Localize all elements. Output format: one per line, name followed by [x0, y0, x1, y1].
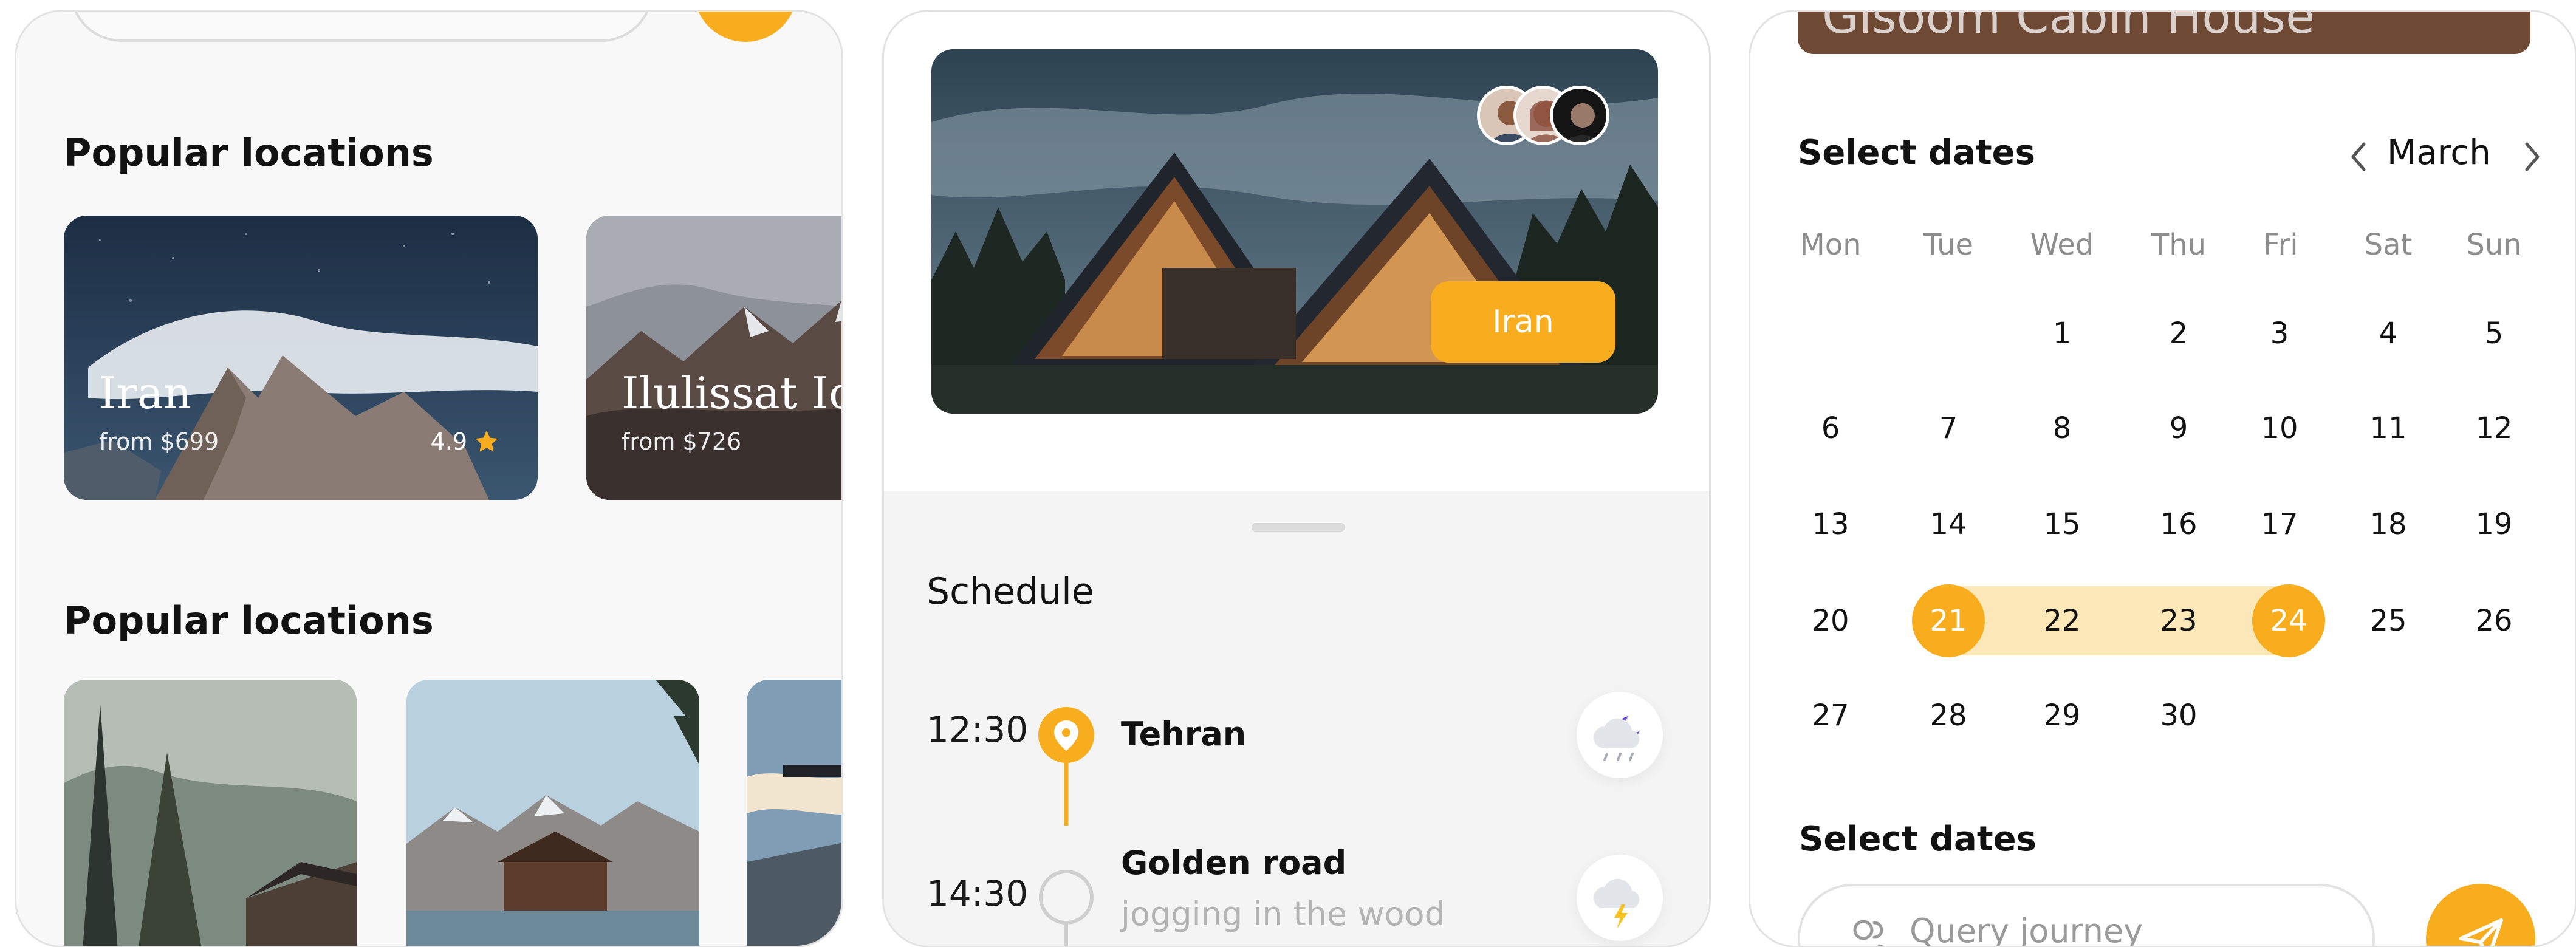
- calendar-day[interactable]: 2: [2142, 297, 2215, 370]
- calendar-day[interactable]: 6: [1794, 392, 1867, 465]
- weekday-label: Wed: [2030, 228, 2094, 262]
- photo-card-third[interactable]: [747, 680, 841, 946]
- calendar-day[interactable]: 3: [2243, 297, 2316, 370]
- schedule-time: 12:30: [927, 709, 1029, 750]
- section-title-popular: Popular locations: [64, 131, 434, 175]
- calendar-day[interactable]: 26: [2458, 584, 2530, 657]
- cloud-lightning-icon: [1593, 878, 1640, 929]
- chevron-left-icon[interactable]: [2343, 135, 2374, 178]
- calendar-day[interactable]: 25: [2352, 584, 2425, 657]
- schedule-place: Tehran: [1121, 715, 1247, 753]
- calendar-day[interactable]: 14: [1912, 488, 1985, 561]
- calendar-day[interactable]: 5: [2458, 297, 2530, 370]
- calendar-day[interactable]: 11: [2352, 392, 2425, 465]
- location-name: Iran: [99, 368, 192, 419]
- search-bar[interactable]: [70, 12, 653, 42]
- calendar-day[interactable]: 12: [2458, 392, 2530, 465]
- left-screen: Popular locations Iran from $699 4.9 Ilu…: [15, 10, 843, 947]
- location-card-ilulissat[interactable]: Ilulissat Ic from $726: [586, 216, 843, 500]
- photo-lake-cabin: [406, 680, 699, 946]
- section-title-popular-2: Popular locations: [64, 598, 434, 643]
- calendar-day[interactable]: 29: [2026, 679, 2098, 752]
- weather-badge: [1577, 855, 1663, 941]
- rating-value: 4.9: [430, 428, 467, 455]
- weekday-label: Sat: [2364, 228, 2413, 262]
- location-name: Ilulissat Ic: [622, 368, 843, 419]
- calendar-day[interactable]: 18: [2352, 488, 2425, 561]
- location-rating: 4.9: [431, 428, 500, 455]
- calendar-day-selected-start[interactable]: 21: [1912, 584, 1985, 657]
- user-group-icon: [1853, 920, 1883, 946]
- weather-badge: [1577, 692, 1663, 778]
- schedule-title: Schedule: [927, 570, 1094, 613]
- calendar-day[interactable]: 16: [2142, 488, 2215, 561]
- schedule-sheet: Schedule 12:30 Tehran 14:30 Golden road …: [884, 491, 1709, 946]
- calendar-day[interactable]: 8: [2026, 392, 2098, 465]
- photo-card-forest-cabin[interactable]: [64, 680, 357, 946]
- sheet-drag-handle[interactable]: [1252, 523, 1345, 532]
- calendar-day[interactable]: 17: [2243, 488, 2316, 561]
- card-image-mountain: [64, 216, 538, 500]
- card-image-peaks: [586, 216, 841, 500]
- calendar-day[interactable]: 13: [1794, 488, 1867, 561]
- schedule-note: jogging in the wood: [1121, 895, 1445, 933]
- avatar: [1550, 86, 1609, 145]
- destination-button[interactable]: Iran: [1431, 281, 1615, 363]
- send-button[interactable]: [2426, 884, 2535, 946]
- calendar-day[interactable]: 27: [1794, 679, 1867, 752]
- calendar-day[interactable]: 7: [1912, 392, 1985, 465]
- query-journey-input[interactable]: Query journey: [1798, 884, 2375, 947]
- location-price: from $699: [99, 428, 219, 455]
- calendar-day[interactable]: 1: [2026, 297, 2098, 370]
- calendar-day-selected-end[interactable]: 24: [2252, 584, 2325, 657]
- weekday-label: Thu: [2151, 228, 2207, 262]
- query-placeholder: Query journey: [1910, 912, 2143, 947]
- select-dates-title-2: Select dates: [1799, 819, 2036, 859]
- timeline-circle-icon: [1039, 870, 1094, 925]
- weekday-label: Tue: [1923, 228, 1973, 262]
- calendar-day[interactable]: 19: [2458, 488, 2530, 561]
- weekday-label: Mon: [1800, 228, 1862, 262]
- location-card-iran[interactable]: Iran from $699 4.9: [64, 216, 538, 500]
- calendar-day[interactable]: 15: [2026, 488, 2098, 561]
- select-dates-title: Select dates: [1798, 133, 2035, 173]
- middle-screen: Iran Schedule 12:30 Tehran 14:30 Golden …: [882, 10, 1711, 947]
- photo-sunset-road: [747, 680, 841, 946]
- calendar-day-in-range[interactable]: 23: [2142, 584, 2215, 657]
- photo-forest-cabin: [64, 680, 357, 946]
- cabin-header-image: Gisoom Cabin House: [1798, 10, 2530, 54]
- calendar-day[interactable]: 4: [2352, 297, 2425, 370]
- calendar-day[interactable]: 20: [1794, 584, 1867, 657]
- send-icon: [2459, 918, 2503, 946]
- weekday-label: Sun: [2466, 228, 2522, 262]
- calendar-day[interactable]: 10: [2243, 392, 2316, 465]
- cabin-title: Gisoom Cabin House: [1822, 10, 2315, 44]
- chevron-right-icon[interactable]: [2517, 135, 2547, 178]
- calendar-day[interactable]: 28: [1912, 679, 1985, 752]
- filter-button[interactable]: [694, 12, 797, 42]
- calendar-day[interactable]: 30: [2142, 679, 2215, 752]
- schedule-place: Golden road: [1121, 844, 1347, 882]
- calendar-day[interactable]: 9: [2142, 392, 2215, 465]
- location-price: from $726: [622, 428, 742, 455]
- right-screen: Gisoom Cabin House Select dates March Mo…: [1749, 10, 2576, 947]
- photo-card-lake-cabin[interactable]: [406, 680, 699, 946]
- calendar-month: March: [2387, 133, 2491, 173]
- hero-image-card[interactable]: Iran: [931, 49, 1658, 414]
- calendar-day-in-range[interactable]: 22: [2026, 584, 2098, 657]
- schedule-time: 14:30: [927, 873, 1029, 914]
- cloud-moon-rain-icon: [1593, 716, 1640, 761]
- star-icon: [475, 430, 498, 452]
- location-pin-icon: [1038, 707, 1094, 763]
- weekday-label: Fri: [2263, 228, 2298, 262]
